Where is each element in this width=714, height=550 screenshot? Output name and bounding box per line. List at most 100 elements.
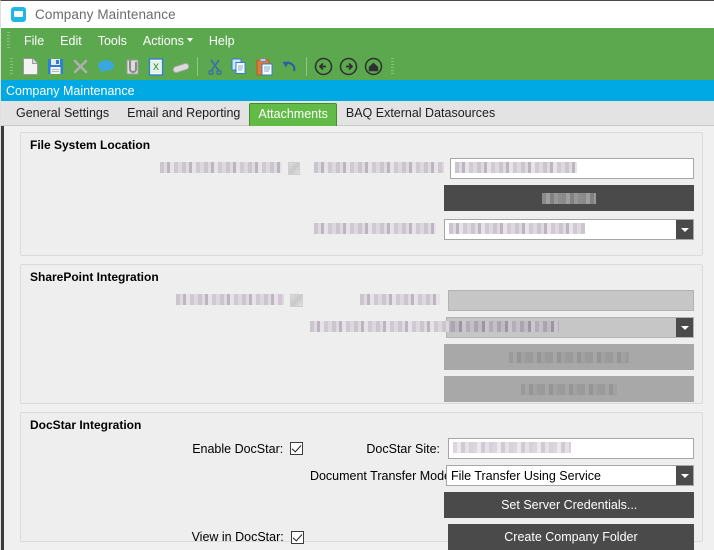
export-excel-button[interactable]: X [143,55,168,78]
clear-eraser-icon [172,62,189,73]
tab-email-and-reporting[interactable]: Email and Reporting [118,102,249,125]
tab-baq-external-datasources-label: BAQ External Datasources [345,106,496,120]
docstar-enable-label: Enable DocStar: [192,441,284,456]
redacted-text [309,320,456,332]
docstar-create-company-folder-button[interactable]: Create Company Folder [447,524,694,550]
group-sharepoint-integration: SharePoint Integration [20,264,703,404]
cut-button[interactable] [202,55,227,78]
clear-button[interactable] [168,55,193,78]
file-system-transfer-mode-combo[interactable] [444,219,694,240]
menu-bar: File Edit Tools Actions Help [1,28,714,53]
left-edge-strip [1,126,4,550]
tab-email-and-reporting-label: Email and Reporting [127,106,241,120]
paste-clipboard-icon [256,57,273,75]
toolbar: X [1,53,714,80]
sharepoint-set-credentials-button[interactable] [444,344,694,370]
menu-item-tools[interactable]: Tools [90,32,135,50]
tab-attachments-label: Attachments [258,107,328,121]
form-caption-text: Company Maintenance [6,83,135,98]
docstar-site-input[interactable] [448,438,694,459]
undo-button[interactable] [277,55,302,78]
group-file-system-location-title: File System Location [30,138,151,152]
window-title: Company Maintenance [35,6,176,22]
file-system-field-label [314,161,450,176]
export-excel-icon: X [148,57,163,76]
docstar-site-label: DocStar Site: [366,441,441,456]
menu-item-edit[interactable]: Edit [52,32,90,50]
chevron-down-icon[interactable] [676,318,693,337]
toolbar-grip-handle-end[interactable] [389,58,396,75]
tab-baq-external-datasources[interactable]: BAQ External Datasources [337,102,504,125]
toolbar-separator-2 [306,57,307,76]
menu-item-file[interactable]: File [16,32,52,50]
forward-arrow-icon [339,57,358,76]
docstar-view-label: View in DocStar: [191,530,284,544]
delete-button[interactable] [68,55,93,78]
application-window: Company Maintenance File Edit Tools Acti… [0,0,714,550]
save-icon [48,59,63,74]
docstar-transfer-mode-value: File Transfer Using Service [450,468,601,483]
delete-x-icon [73,59,88,74]
sharepoint-transfer-mode-value [447,320,676,335]
redacted-text [521,383,618,395]
redacted-text [159,161,282,173]
comment-icon [97,60,114,73]
paste-button[interactable] [252,55,277,78]
redacted-text [455,162,578,173]
forward-button[interactable] [336,55,361,78]
redacted-text [509,351,630,363]
docstar-set-server-credentials-button[interactable]: Set Server Credentials... [444,492,694,518]
redacted-text [176,293,285,305]
menu-grip-handle[interactable] [5,32,12,49]
copy-icon [231,58,246,74]
redacted-text [453,442,572,453]
redacted-text [449,222,586,234]
save-button[interactable] [43,55,68,78]
group-docstar-integration-title: DocStar Integration [30,418,142,432]
menu-item-file-label: File [24,33,45,48]
home-button[interactable] [361,55,386,78]
file-system-checkbox-label [29,161,288,176]
file-system-checkbox[interactable] [287,162,301,175]
tab-attachments[interactable]: Attachments [249,103,337,126]
sharepoint-site-input[interactable] [447,290,694,311]
chevron-down-icon[interactable] [676,466,693,485]
sharepoint-create-library-button[interactable] [444,376,694,402]
toolbar-grip-handle[interactable] [8,58,15,75]
svg-text:X: X [152,62,158,72]
chevron-down-icon[interactable] [676,220,693,239]
docstar-view-checkbox[interactable] [290,530,304,544]
file-system-browse-button[interactable] [444,185,694,211]
sharepoint-transfer-mode-combo[interactable] [445,317,694,338]
file-system-path-input[interactable] [450,158,694,179]
sharepoint-site-label [317,293,448,308]
new-document-button[interactable] [18,55,43,78]
docstar-transfer-mode-label: Document Transfer Mode: [309,468,455,483]
group-file-system-location: File System Location [20,132,703,256]
back-button[interactable] [311,55,336,78]
toolbar-separator-1 [197,57,198,76]
file-system-mode-label [312,222,445,237]
menu-item-help[interactable]: Help [201,32,243,50]
title-bar: Company Maintenance [1,1,714,28]
cut-scissors-icon [207,59,222,75]
tab-general-settings[interactable]: General Settings [7,102,118,125]
menu-item-actions[interactable]: Actions [135,32,201,50]
chevron-down-icon [186,38,193,43]
menu-item-edit-label: Edit [60,33,82,48]
comment-button[interactable] [93,55,118,78]
tab-strip: General Settings Email and Reporting Att… [1,101,714,126]
sharepoint-enable-label [29,293,290,308]
file-system-transfer-mode-value [445,222,676,237]
app-window-icon [11,6,26,22]
docstar-transfer-mode-combo[interactable]: File Transfer Using Service [445,465,694,486]
copy-button[interactable] [227,55,252,78]
redacted-text [314,222,437,234]
sharepoint-transfer-mode-label [309,320,456,335]
sharepoint-enable-checkbox[interactable] [290,294,303,307]
attachment-button[interactable] [118,55,143,78]
redacted-text [542,192,597,204]
redacted-text [450,320,559,332]
menu-item-actions-label: Actions [142,33,184,48]
docstar-enable-checkbox[interactable] [290,442,304,455]
